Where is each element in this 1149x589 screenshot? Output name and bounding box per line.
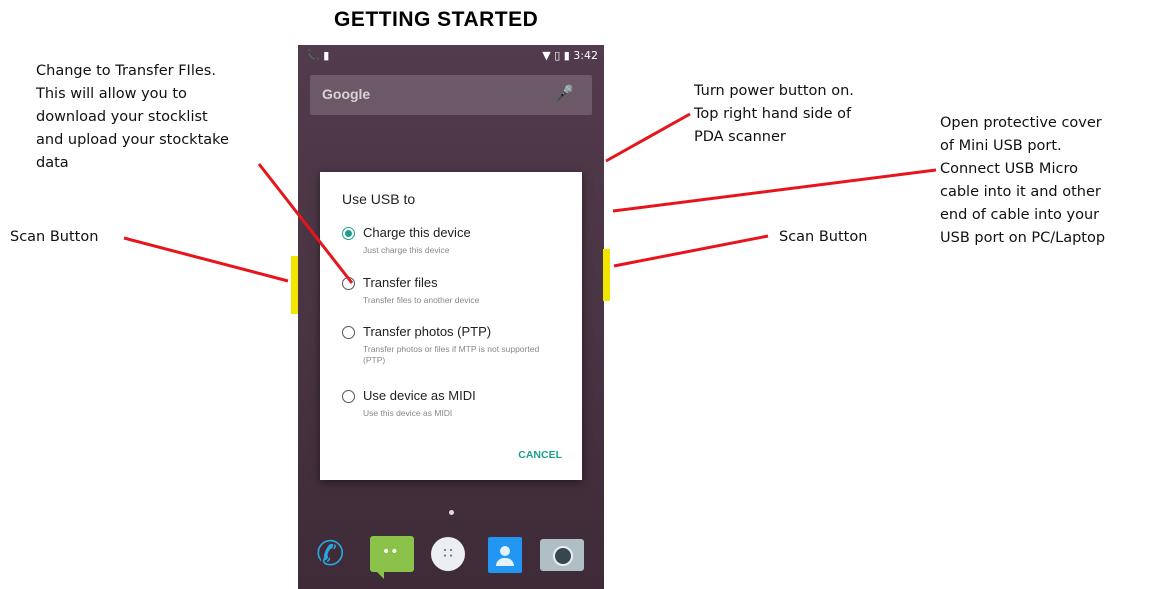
apps-icon[interactable]: ∷ [431,537,465,571]
radio-transfer-photos[interactable] [342,326,355,339]
option-sub: Transfer files to another device [363,295,480,305]
radio-charge-device[interactable] [342,227,355,240]
annotation-transfer-files: Change to Transfer FIles. This will allo… [36,63,229,171]
option-label: Use device as MIDI [363,388,476,403]
option-label: Transfer files [363,275,438,290]
usb-dialog: Use USB to Charge this device Just charg… [320,172,582,480]
google-search-bar[interactable]: Google 🎤 [310,75,592,115]
app-dock: ✆ •• ∷ [298,532,604,582]
annotation-scan-button-left: Scan Button [10,229,99,245]
pointer-line-usb [612,168,937,213]
cancel-button[interactable]: CANCEL [518,449,562,461]
signal-icons: ▼ ▯ ▮ [542,49,570,62]
status-bar: 📞 ▮ ▼ ▯ ▮ 3:42 [298,45,604,67]
annotation-usb-port: Open protective cover of Mini USB port. … [940,115,1106,246]
phone-screen: 📞 ▮ ▼ ▯ ▮ 3:42 Google 🎤 Use USB to Charg… [298,45,604,589]
option-sub: Use this device as MIDI [363,408,453,418]
option-label: Transfer photos (PTP) [363,324,492,339]
camera-icon[interactable] [540,539,584,571]
radio-use-midi[interactable] [342,390,355,403]
status-time: 3:42 [573,49,598,62]
messaging-icon[interactable]: •• [370,536,414,579]
pointer-line-scan-left [123,236,289,283]
annotation-power-button: Turn power button on. Top right hand sid… [694,83,854,145]
page-indicator-dot [449,510,454,515]
status-left-icons: 📞 ▮ [306,49,330,62]
option-label: Charge this device [363,225,471,240]
annotation-scan-button-right: Scan Button [779,229,868,245]
pointer-line-scan-right [613,234,769,268]
mic-icon[interactable]: 🎤 [555,84,574,102]
contacts-icon[interactable] [488,537,522,573]
option-sub: Just charge this device [363,245,450,255]
scan-button-left [291,256,298,314]
radio-transfer-files[interactable] [342,277,355,290]
page-title: GETTING STARTED [334,8,539,31]
status-right: ▼ ▯ ▮ 3:42 [542,49,598,62]
pointer-line-power [605,112,691,163]
phone-icon[interactable]: ✆ [316,537,356,577]
dialog-title: Use USB to [342,191,416,207]
google-logo: Google [322,86,371,102]
option-sub: Transfer photos or files if MTP is not s… [363,344,540,365]
scan-button-right [603,249,610,301]
